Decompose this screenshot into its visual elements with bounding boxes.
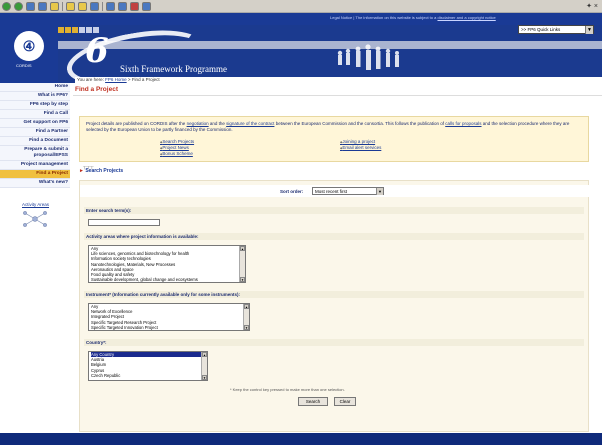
- intro-links-right: Joining a project Email alert services: [340, 139, 381, 151]
- sidebar-item-find-call[interactable]: Find a Call: [0, 110, 70, 119]
- chevron-down-icon[interactable]: ▼: [585, 26, 593, 34]
- activity-areas-link[interactable]: Activity Areas: [22, 202, 70, 207]
- disclaimer-link[interactable]: disclaimer and a copyright notice: [437, 15, 495, 20]
- instrument-listbox[interactable]: Any Network of Excellence Integrated Pro…: [88, 303, 250, 331]
- breadcrumb-current: Find a Project: [131, 77, 160, 82]
- legal-strip: [0, 13, 602, 25]
- chevron-down-icon[interactable]: ▼: [376, 188, 383, 195]
- footer-band: [0, 433, 602, 445]
- back-icon[interactable]: [2, 1, 11, 11]
- search-button[interactable]: Search: [298, 397, 328, 406]
- refresh-icon[interactable]: [38, 1, 47, 11]
- negotiation-link[interactable]: negotiation: [187, 121, 209, 126]
- sidebar-nav: Home What is FP6? FP6 step by step Find …: [0, 83, 70, 445]
- scroll-down-icon[interactable]: ▼: [202, 375, 207, 380]
- legal-text: Legal Notice | The information on this w…: [330, 15, 437, 20]
- search-icon[interactable]: [66, 1, 75, 11]
- windows-flag-icon: ✦ ×: [586, 3, 598, 10]
- multi-select-note: * Keep the control key pressed to make m…: [230, 387, 345, 392]
- sidebar-item-find-project[interactable]: Find a Project: [0, 170, 70, 179]
- contract-signature-link[interactable]: signature of the contract: [226, 121, 274, 126]
- sort-row: Sort order: Most recent first ▼: [80, 185, 590, 197]
- intro-text-part: Project details are published on CORDIS …: [86, 121, 186, 126]
- search-form: Sort order: Most recent first ▼ Enter se…: [79, 180, 590, 432]
- breadcrumb-separator: >: [127, 77, 131, 82]
- country-label: Country*:: [84, 339, 584, 346]
- breadcrumb: You are here: FP6 Home > Find a Project: [75, 77, 602, 84]
- activity-scrollbar[interactable]: ▲ ▼: [239, 246, 245, 282]
- search-projects-heading: ► Search Projects: [79, 168, 123, 174]
- discuss-icon[interactable]: [142, 1, 151, 11]
- programme-title: Sixth Framework Programme: [120, 64, 227, 74]
- intro-box: Project details are published on CORDIS …: [79, 116, 589, 162]
- list-item[interactable]: Specific Targeted Innovation Project: [91, 325, 249, 330]
- intro-text: Project details are published on CORDIS …: [86, 121, 582, 133]
- search-projects-heading-text: Search Projects: [85, 168, 124, 174]
- breadcrumb-prefix: You are here:: [77, 77, 104, 82]
- quick-links-value: >> FP6 Quick Links: [521, 27, 561, 32]
- activity-areas-label: Activity areas where project information…: [84, 233, 584, 240]
- sidebar-item-get-support[interactable]: Get support on FP6: [0, 119, 70, 128]
- sidebar-item-find-partner[interactable]: Find a Partner: [0, 128, 70, 137]
- sidebar-item-step-by-step[interactable]: FP6 step by step: [0, 101, 70, 110]
- sidebar-item-project-management[interactable]: Project management: [0, 161, 70, 170]
- scroll-down-icon[interactable]: ▼: [244, 325, 249, 330]
- intro-links-left: Search Projects Project News Bonus Schem…: [160, 139, 194, 157]
- cordis-logo-area[interactable]: ④ CORDIS: [0, 25, 58, 83]
- country-scrollbar[interactable]: ▲ ▼: [201, 352, 207, 380]
- sort-order-value: Most recent first: [315, 189, 348, 194]
- activity-areas-listbox[interactable]: Any Life sciences, genomics and biotechn…: [88, 245, 246, 283]
- country-listbox[interactable]: Any Country Austria Belgium Cyprus Czech…: [88, 351, 208, 381]
- sidebar-item-prepare-submit[interactable]: Prepare & submit a proposal/EPSS: [0, 146, 70, 161]
- scroll-down-icon[interactable]: ▼: [240, 277, 245, 282]
- page-title: Find a Project: [73, 84, 602, 96]
- email-alert-link[interactable]: Email alert services: [340, 145, 381, 151]
- clear-button[interactable]: Clear: [334, 397, 356, 406]
- sort-order-label: Sort order:: [280, 189, 304, 194]
- stop-icon[interactable]: [26, 1, 35, 11]
- search-terms-label: Enter search term(s):: [84, 207, 584, 214]
- browser-window: ✦ × Legal Notice | The information on th…: [0, 0, 602, 445]
- legal-notice: Legal Notice | The information on this w…: [330, 15, 496, 20]
- sidebar-item-what-is-fp6[interactable]: What is FP6?: [0, 92, 70, 101]
- browser-toolbar: ✦ ×: [0, 0, 602, 13]
- toolbar-divider: [102, 1, 103, 11]
- list-item[interactable]: Sustainable development, global change a…: [91, 277, 245, 282]
- scroll-up-icon[interactable]: ▲: [202, 352, 207, 357]
- edit-icon[interactable]: [130, 1, 139, 11]
- sidebar-item-whats-new[interactable]: What's new?: [0, 179, 70, 188]
- intro-text-part: and the: [209, 121, 225, 126]
- calls-for-proposals-link[interactable]: calls for proposals: [445, 121, 481, 126]
- fp6-six-glyph: 6: [85, 31, 109, 71]
- forward-icon[interactable]: [14, 1, 23, 11]
- instrument-scrollbar[interactable]: ▲ ▼: [243, 304, 249, 330]
- scroll-up-icon[interactable]: ▲: [240, 246, 245, 251]
- history-icon[interactable]: [90, 1, 99, 11]
- bonus-scheme-link[interactable]: Bonus Scheme: [160, 151, 194, 157]
- web-page: Legal Notice | The information on this w…: [0, 13, 602, 445]
- toolbar-divider: [62, 1, 63, 11]
- cordis-logo[interactable]: ④: [14, 31, 44, 61]
- mail-icon[interactable]: [106, 1, 115, 11]
- sidebar-item-home[interactable]: Home: [0, 83, 70, 92]
- sidebar-item-find-document[interactable]: Find a Document: [0, 137, 70, 146]
- site-banner: Legal Notice | The information on this w…: [0, 13, 602, 83]
- scroll-up-icon[interactable]: ▲: [244, 304, 249, 309]
- breadcrumb-home-link[interactable]: FP6 Home: [105, 77, 127, 82]
- cordis-label: CORDIS: [16, 63, 32, 68]
- print-icon[interactable]: [118, 1, 127, 11]
- list-item[interactable]: Czech Republic: [91, 373, 207, 378]
- intro-text-part: between the European Commission and the …: [275, 121, 444, 126]
- quick-links-select[interactable]: >> FP6 Quick Links ▼: [518, 25, 594, 34]
- search-terms-input[interactable]: [88, 219, 160, 226]
- main-content: Find a Project Project details are publi…: [73, 84, 602, 445]
- people-graphic: [337, 44, 399, 70]
- instrument-label: Instrument* (Information currently avail…: [84, 291, 584, 298]
- home-icon[interactable]: [50, 1, 59, 11]
- arrow-right-icon: ►: [79, 168, 84, 174]
- favorites-icon[interactable]: [78, 1, 87, 11]
- sort-order-select[interactable]: Most recent first ▼: [312, 187, 384, 195]
- activity-network-icon[interactable]: [20, 209, 50, 229]
